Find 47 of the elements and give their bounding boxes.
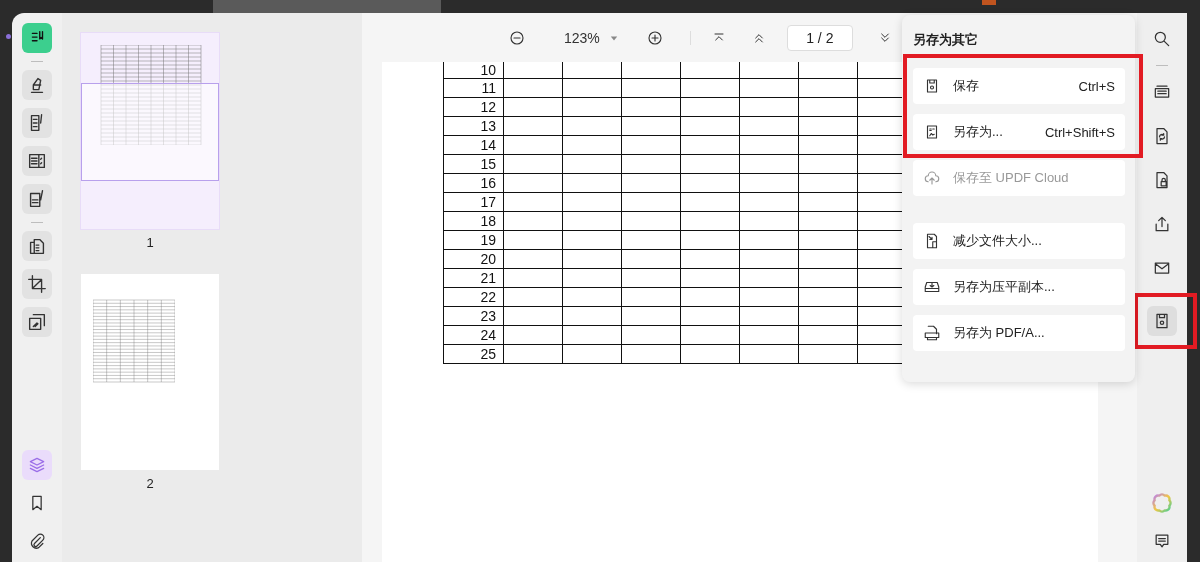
overlay-tool[interactable] [22,307,52,337]
page-thumbnail[interactable] [81,274,219,470]
save-tool[interactable] [1147,306,1177,336]
caret-icon[interactable] [609,33,618,42]
row-number: 24 [443,325,504,345]
highlighter-tool[interactable] [22,70,52,100]
crop-icon [26,273,48,295]
row-number: 23 [443,306,504,326]
page-field[interactable]: 1 / 2 [786,24,853,51]
page-number: 1 [146,235,154,250]
row-number: 13 [443,116,504,136]
row-number: 11 [443,78,504,98]
menu-item[interactable]: 保存 Ctrl+S [913,68,1125,104]
status-dot [6,34,11,39]
layers-tool[interactable] [22,450,52,480]
zoom-out-icon [508,28,526,47]
row-number: 21 [443,268,504,288]
overlay-icon [26,311,48,333]
row-number: 12 [443,97,504,117]
row-number: 10 [443,62,504,79]
layers-icon [27,455,47,475]
page-thumbnail[interactable] [81,33,219,229]
reader-tool[interactable] [22,23,52,53]
row-number: 14 [443,135,504,155]
page-number: 2 [146,476,154,491]
menu-item[interactable]: 减少文件大小... [913,223,1125,259]
row-number: 15 [443,154,504,174]
edit-text-tool[interactable] [22,108,52,138]
search-icon [1152,29,1172,49]
row-number: 16 [443,173,504,193]
crop-tool[interactable] [22,269,52,299]
row-number: 20 [443,249,504,269]
pages-tool[interactable] [22,231,52,261]
row-number: 19 [443,230,504,250]
sign-tool[interactable] [22,184,52,214]
zoom-dropdown[interactable]: 123% [554,27,610,48]
row-number: 18 [443,211,504,231]
menu-item[interactable]: 另存为 PDF/A... [913,315,1125,351]
menu-item[interactable]: 另存为... Ctrl+Shift+S [913,114,1125,150]
row-number: 22 [443,287,504,307]
menu-title: 另存为其它 [913,31,979,49]
form-tool[interactable] [22,146,52,176]
row-number: 25 [443,344,504,364]
zoom-in-icon [645,28,664,47]
cloud-upload-icon [923,169,941,187]
row-number: 17 [443,192,504,212]
menu-item[interactable]: 另存为压平副本... [913,269,1125,305]
